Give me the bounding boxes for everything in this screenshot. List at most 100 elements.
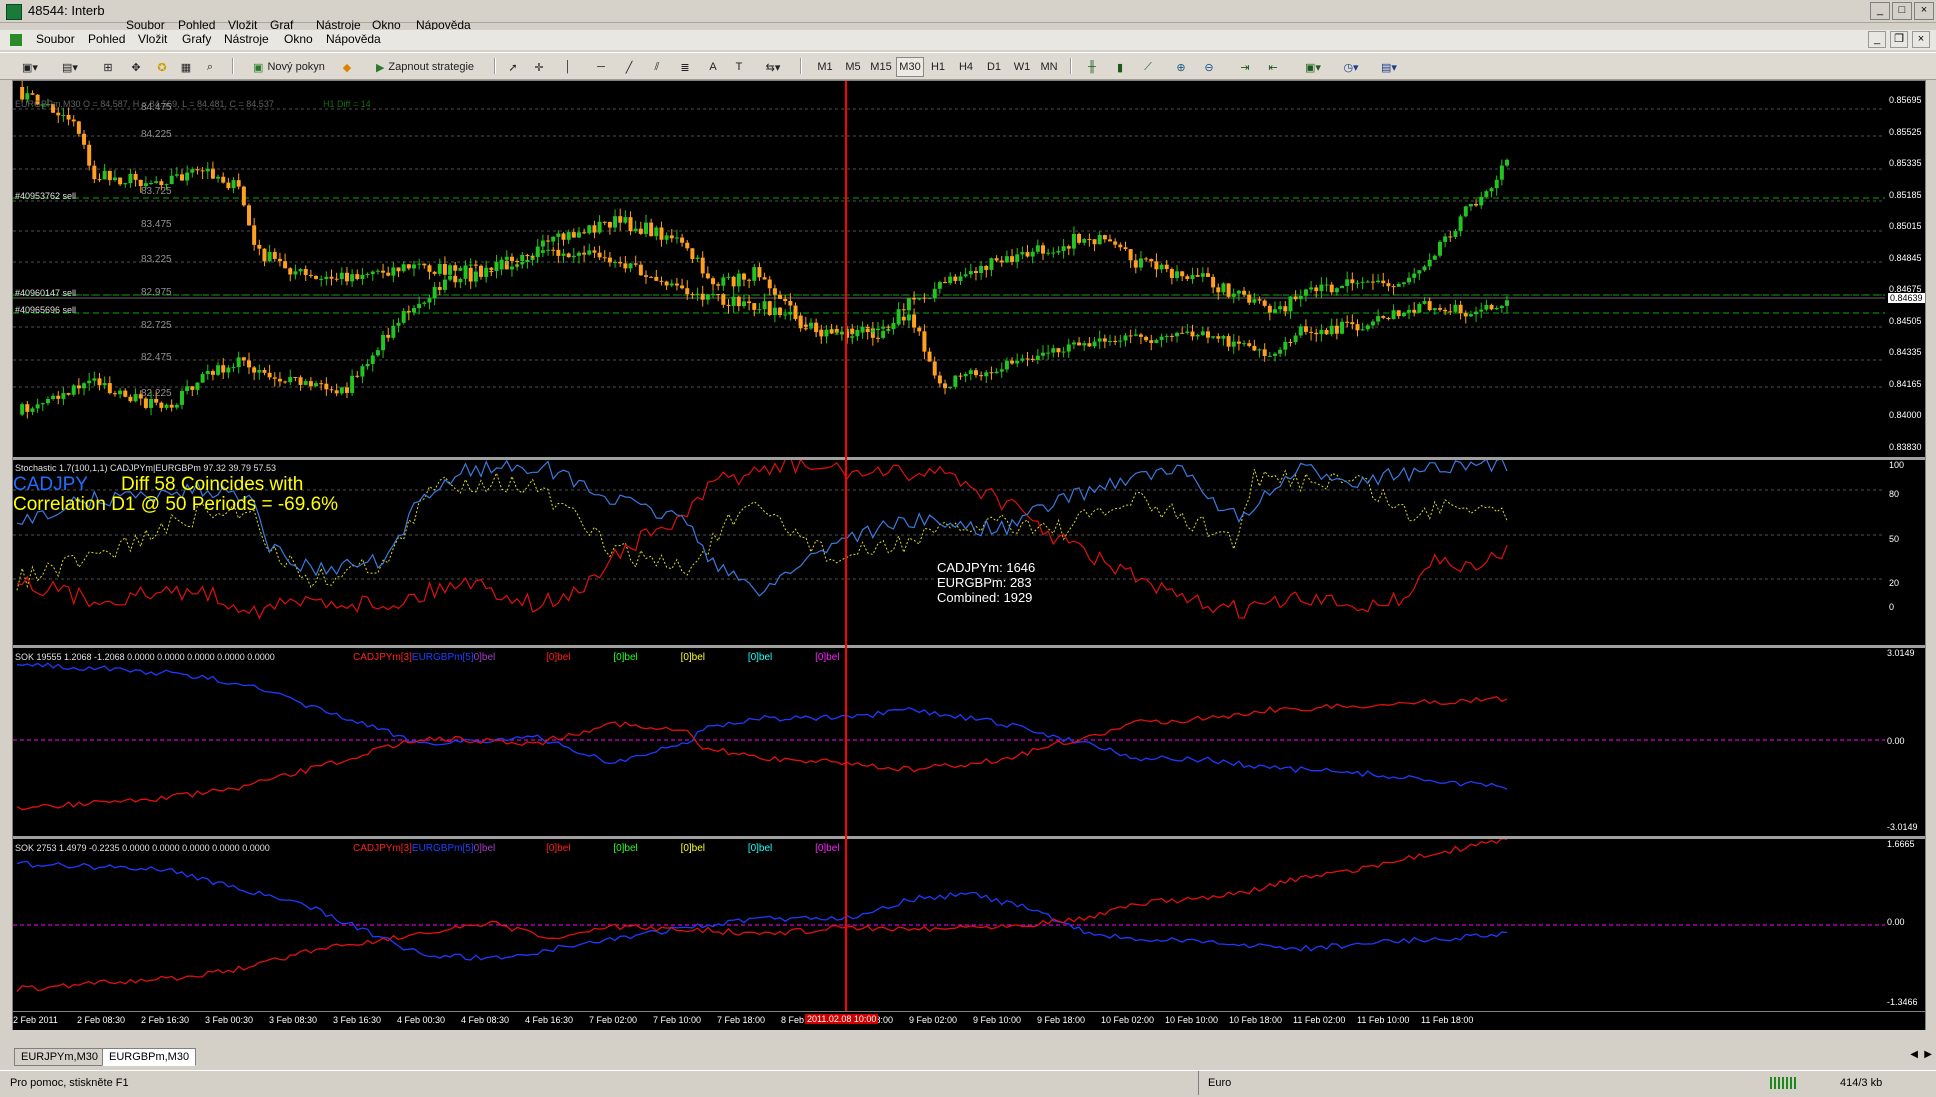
candle-body xyxy=(1278,349,1283,354)
trendline-icon[interactable]: ╱ xyxy=(620,57,638,77)
tester-icon[interactable]: ⌕ xyxy=(200,57,220,77)
timeframe-w1[interactable]: W1 xyxy=(1010,57,1034,77)
fibonacci-icon[interactable]: ≣ xyxy=(676,57,694,77)
candle-body xyxy=(1484,191,1489,197)
right-scale-label: 0.85015 xyxy=(1889,221,1922,231)
bar-chart-icon[interactable]: ╫ xyxy=(1080,57,1104,77)
sok2-pane[interactable]: SOK 2753 1.4979 -0.2235 0.0000 0.0000 0.… xyxy=(13,839,1885,1011)
zoom-in-icon[interactable]: ⊕ xyxy=(1170,57,1192,77)
market-watch-icon[interactable]: ⊞ xyxy=(98,57,118,77)
new-order-button[interactable]: ▣ Nový pokyn xyxy=(244,57,334,77)
right-scale-label: 0.85525 xyxy=(1889,126,1922,137)
timeframe-h1[interactable]: H1 xyxy=(926,57,950,77)
candle-body xyxy=(968,271,973,275)
candle-body xyxy=(473,264,478,266)
sok2-label-6: [0]bel xyxy=(680,843,706,854)
menu-vlozit[interactable]: Vložit xyxy=(138,32,167,46)
minimize-button[interactable]: _ xyxy=(1870,2,1890,20)
horizontal-line-icon[interactable]: ─ xyxy=(592,57,610,77)
auto-trading-button[interactable]: ▶ Zapnout strategie xyxy=(362,57,488,77)
stochastic-pane[interactable]: Stochastic 1.7(100,1,1) CADJPYm|EURGBPm … xyxy=(13,460,1885,645)
chart-shift-icon[interactable]: ⇤ xyxy=(1262,57,1284,77)
menu-grafy[interactable]: Grafy xyxy=(182,32,211,46)
sok1-pane[interactable]: SOK 19555 1.2068 -1.2068 0.0000 0.0000 0… xyxy=(13,648,1885,836)
candle-body xyxy=(1195,275,1200,277)
sok2-eurgbp-line xyxy=(16,839,1508,992)
indicators-dropdown-icon[interactable]: ▣▾ xyxy=(1296,57,1330,77)
candle-body xyxy=(1216,336,1221,339)
text-tool-icon[interactable]: A xyxy=(704,57,722,77)
child-restore-button[interactable]: ❐ xyxy=(1890,31,1908,48)
candle-body xyxy=(102,170,107,180)
profiles-icon[interactable]: ▤▾ xyxy=(54,57,86,77)
right-price-scale: 0.85695 0.85525 0.85335 0.85185 0.85015 0.848… xyxy=(1887,81,1925,457)
navigator-icon[interactable]: ✥ xyxy=(126,57,146,77)
order-label-3[interactable]: #40965696 sell xyxy=(15,305,76,315)
order-label-1[interactable]: #40953762 sell xyxy=(15,191,76,201)
timeframe-m1[interactable]: M1 xyxy=(812,57,838,77)
close-button[interactable]: × xyxy=(1914,2,1934,20)
candle-body xyxy=(1329,325,1334,335)
timeframe-mn[interactable]: MN xyxy=(1036,57,1062,77)
metaeditor-icon[interactable]: ◆ xyxy=(338,57,356,77)
crosshair-vline[interactable] xyxy=(845,81,847,1029)
zoom-out-icon[interactable]: ⊖ xyxy=(1198,57,1220,77)
tab-eurjpym[interactable]: EURJPYm,M30 xyxy=(14,1048,106,1066)
chart-tabs: EURJPYm,M30 EURGBPm,M30 ◀ ▶ xyxy=(0,1046,1936,1068)
candle-body xyxy=(396,267,401,272)
child-close-button[interactable]: × xyxy=(1912,31,1930,48)
timeframe-d1[interactable]: D1 xyxy=(982,57,1006,77)
tab-scroll-right-icon[interactable]: ▶ xyxy=(1924,1049,1932,1060)
timeframe-m15[interactable]: M15 xyxy=(866,57,896,77)
candle-body xyxy=(1474,311,1479,315)
candle-body xyxy=(252,367,257,373)
auto-scroll-icon[interactable]: ⇥ xyxy=(1234,57,1256,77)
candle-body xyxy=(1422,301,1427,304)
candle-body xyxy=(1118,340,1123,342)
candle-body xyxy=(556,233,561,237)
candle-body xyxy=(422,302,427,304)
terminal-icon[interactable]: ▦ xyxy=(176,57,196,77)
periodicity-dropdown-icon[interactable]: ◷▾ xyxy=(1334,57,1368,77)
candle-body xyxy=(659,227,664,240)
menu-nastroje[interactable]: Nástroje xyxy=(224,32,269,46)
candle-body xyxy=(618,262,623,264)
new-chart-icon[interactable]: ▣▾ xyxy=(14,57,46,77)
candle-body xyxy=(1108,341,1113,343)
line-chart-icon[interactable]: ⟋ xyxy=(1136,57,1160,77)
child-minimize-button[interactable]: _ xyxy=(1868,31,1886,48)
timeframe-h4[interactable]: H4 xyxy=(954,57,978,77)
candle-body xyxy=(1252,345,1257,351)
menu-napoveda[interactable]: Nápověda xyxy=(326,32,381,46)
timeframe-m5[interactable]: M5 xyxy=(840,57,866,77)
vertical-line-icon[interactable]: │ xyxy=(562,57,574,77)
candle-body xyxy=(1051,348,1056,353)
channel-icon[interactable]: ⫽ xyxy=(648,57,666,77)
text-label-icon[interactable]: T xyxy=(730,57,748,77)
sok1-label-7: [0]bel xyxy=(747,652,773,663)
cursor-tool-icon[interactable]: ➚ xyxy=(504,57,522,77)
candle-body xyxy=(247,205,252,226)
order-label-2[interactable]: #40960147 sell xyxy=(15,288,76,298)
candle-body xyxy=(1360,281,1365,283)
stochastic-scale: 100 80 50 20 0 xyxy=(1887,460,1925,645)
templates-dropdown-icon[interactable]: ▤▾ xyxy=(1372,57,1406,77)
menu-soubor[interactable]: Soubor xyxy=(36,32,75,46)
data-window-icon[interactable]: ✪ xyxy=(152,57,172,77)
shapes-dropdown-icon[interactable]: ⇆▾ xyxy=(758,57,788,77)
candle-body xyxy=(20,87,25,100)
candle-body xyxy=(597,252,602,258)
candle-body xyxy=(968,370,973,375)
menu-pohled[interactable]: Pohled xyxy=(88,32,125,46)
tab-eurgbpm[interactable]: EURGBPm,M30 xyxy=(102,1048,197,1066)
menu-okno[interactable]: Okno xyxy=(284,32,313,46)
timeframe-m30[interactable]: M30 xyxy=(896,57,924,77)
maximize-button[interactable]: □ xyxy=(1892,2,1912,20)
candle-body xyxy=(25,404,30,412)
candle-body xyxy=(87,144,92,166)
crosshair-tool-icon[interactable]: ✛ xyxy=(530,57,548,77)
price-pane[interactable]: EURGBPm,M30 O = 84.587, H = 84.569, L = … xyxy=(13,81,1885,457)
chart-window[interactable]: EURGBPm,M30 O = 84.587, H = 84.569, L = … xyxy=(12,80,1926,1030)
tab-scroll-left-icon[interactable]: ◀ xyxy=(1910,1049,1918,1060)
candlestick-icon[interactable]: ▮ xyxy=(1108,57,1132,77)
